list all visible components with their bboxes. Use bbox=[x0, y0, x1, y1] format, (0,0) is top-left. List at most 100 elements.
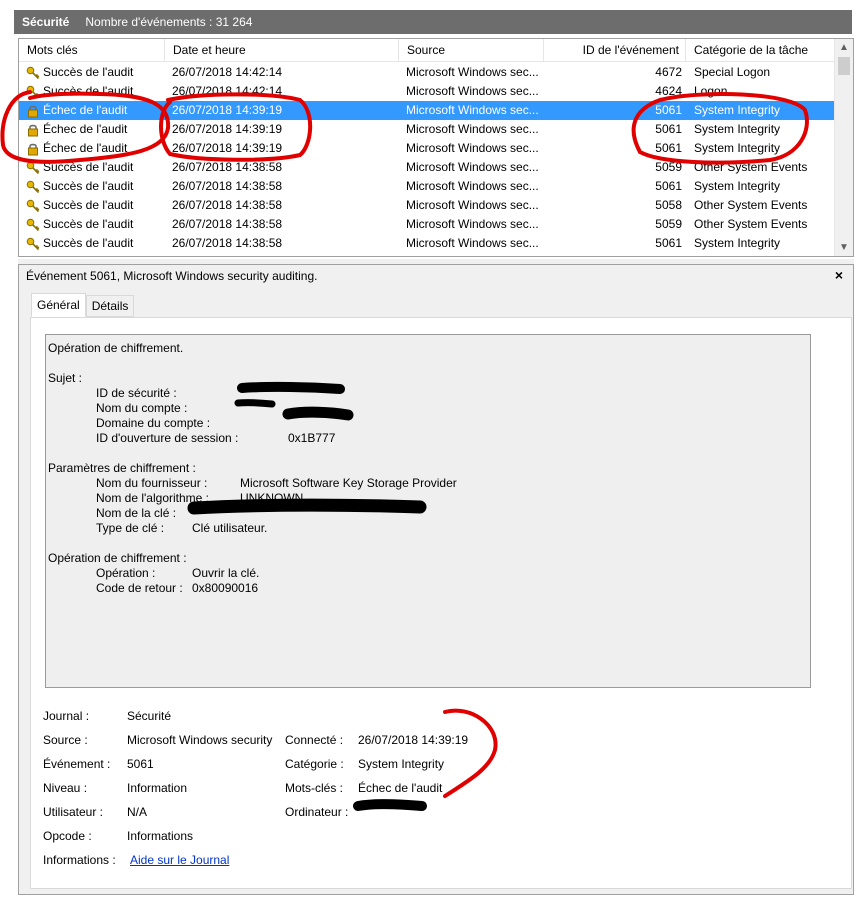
key-icon bbox=[25, 160, 41, 176]
logon-id-label: ID d'ouverture de session : bbox=[96, 431, 239, 445]
connected-value: 26/07/2018 14:39:19 bbox=[358, 733, 469, 747]
row-source: Microsoft Windows sec... bbox=[406, 217, 539, 231]
scroll-down-icon[interactable]: ▼ bbox=[835, 239, 853, 256]
source-label: Source : bbox=[43, 733, 88, 747]
row-category: System Integrity bbox=[694, 103, 781, 117]
list-scrollbar[interactable]: ▲ ▼ bbox=[834, 39, 853, 256]
user-value: N/A bbox=[127, 805, 148, 819]
scroll-up-icon[interactable]: ▲ bbox=[835, 39, 853, 56]
key-icon bbox=[25, 217, 41, 233]
event-count: Nombre d'événements : 31 264 bbox=[85, 15, 253, 29]
journal-value: Sécurité bbox=[127, 709, 172, 723]
column-event-id[interactable]: ID de l'événement bbox=[544, 39, 686, 62]
scroll-thumb[interactable] bbox=[838, 57, 850, 75]
provider-label: Nom du fournisseur : bbox=[96, 476, 208, 490]
tab-details[interactable]: Détails bbox=[85, 295, 135, 317]
log-header: Sécurité Nombre d'événements : 31 264 bbox=[14, 10, 852, 34]
account-name-label: Nom du compte : bbox=[96, 401, 188, 415]
row-datetime: 26/07/2018 14:39:19 bbox=[172, 103, 283, 117]
row-datetime: 26/07/2018 14:39:19 bbox=[172, 141, 283, 155]
provider-value: Microsoft Software Key Storage Provider bbox=[240, 476, 457, 490]
row-keyword-text: Échec de l'audit bbox=[43, 122, 128, 136]
opcode-value: Informations bbox=[127, 829, 194, 843]
column-keywords[interactable]: Mots clés bbox=[19, 39, 165, 62]
row-source: Microsoft Windows sec... bbox=[406, 84, 539, 98]
event-row[interactable]: Succès de l'audit 26/07/2018 14:38:58 Micr… bbox=[19, 196, 834, 215]
detail-tabs: Général Détails bbox=[31, 293, 135, 317]
event-list[interactable]: Mots clés Date et heure Source ID de l'é… bbox=[18, 38, 854, 257]
event-row[interactable]: Échec de l'audit 26/07/2018 14:39:19 Micro… bbox=[19, 139, 834, 158]
row-keyword-text: Succès de l'audit bbox=[43, 160, 134, 174]
row-event-id: 5061 bbox=[655, 141, 682, 155]
row-keyword: Échec de l'audit bbox=[25, 120, 165, 139]
connected-label: Connecté : bbox=[285, 733, 344, 747]
subject-heading: Sujet : bbox=[48, 371, 83, 385]
row-source: Microsoft Windows sec... bbox=[406, 65, 539, 79]
row-event-id: 4672 bbox=[655, 65, 682, 79]
row-keyword: Succès de l'audit bbox=[25, 63, 165, 82]
row-keyword-text: Succès de l'audit bbox=[43, 65, 134, 79]
event-message[interactable]: Opération de chiffrement. Sujet : ID de … bbox=[45, 334, 811, 688]
row-category: Other System Events bbox=[694, 160, 808, 174]
crypto-op-heading: Opération de chiffrement : bbox=[48, 551, 187, 565]
category-value: System Integrity bbox=[358, 757, 445, 771]
row-category: System Integrity bbox=[694, 122, 781, 136]
row-source: Microsoft Windows sec... bbox=[406, 141, 539, 155]
detail-title: Événement 5061, Microsoft Windows securi… bbox=[26, 269, 318, 283]
return-code-label: Code de retour : bbox=[96, 581, 183, 595]
row-event-id: 5059 bbox=[655, 160, 682, 174]
row-keyword: Succès de l'audit bbox=[25, 234, 165, 253]
row-category: Other System Events bbox=[694, 217, 808, 231]
general-tab-pane: Opération de chiffrement. Sujet : ID de … bbox=[30, 317, 852, 889]
op-title: Opération de chiffrement. bbox=[48, 341, 184, 355]
info-label: Informations : bbox=[43, 853, 116, 867]
row-source: Microsoft Windows sec... bbox=[406, 179, 539, 193]
keywords-label: Mots-clés : bbox=[285, 781, 344, 795]
row-source: Microsoft Windows sec... bbox=[406, 236, 539, 250]
tab-general[interactable]: Général bbox=[31, 293, 86, 317]
row-category: Logon bbox=[694, 84, 728, 98]
operation-label: Opération : bbox=[96, 566, 156, 580]
event-row[interactable]: Succès de l'audit 26/07/2018 14:38:58 Micr… bbox=[19, 158, 834, 177]
event-row[interactable]: Succès de l'audit 26/07/2018 14:38:58 Micr… bbox=[19, 215, 834, 234]
key-name-label: Nom de la clé : bbox=[96, 506, 177, 520]
event-detail-panel: Événement 5061, Microsoft Windows securi… bbox=[18, 264, 854, 895]
row-datetime: 26/07/2018 14:38:58 bbox=[172, 236, 283, 250]
event-row[interactable]: Échec de l'audit 26/07/2018 14:39:19 Micro… bbox=[19, 101, 834, 120]
column-source[interactable]: Source bbox=[399, 39, 544, 62]
category-label: Catégorie : bbox=[285, 757, 344, 771]
logon-id-value: 0x1B777 bbox=[288, 431, 336, 445]
help-link[interactable]: Aide sur le Journal bbox=[130, 853, 229, 867]
row-keyword: Succès de l'audit bbox=[25, 82, 165, 101]
computer-label: Ordinateur : bbox=[285, 805, 349, 819]
row-datetime: 26/07/2018 14:39:19 bbox=[172, 122, 283, 136]
row-keyword-text: Succès de l'audit bbox=[43, 179, 134, 193]
crypto-params-heading: Paramètres de chiffrement : bbox=[48, 461, 196, 475]
event-row[interactable]: Succès de l'audit 26/07/2018 14:42:14 Micr… bbox=[19, 63, 834, 82]
event-row[interactable]: Succès de l'audit 26/07/2018 14:38:58 Micr… bbox=[19, 234, 834, 253]
event-row[interactable]: Échec de l'audit 26/07/2018 14:39:19 Micro… bbox=[19, 120, 834, 139]
row-event-id: 5061 bbox=[655, 179, 682, 193]
lock-icon bbox=[25, 122, 41, 138]
column-datetime[interactable]: Date et heure bbox=[165, 39, 399, 62]
event-row[interactable]: Succès de l'audit 26/07/2018 14:42:14 Micr… bbox=[19, 82, 834, 101]
event-value: 5061 bbox=[127, 757, 154, 771]
row-datetime: 26/07/2018 14:38:58 bbox=[172, 160, 283, 174]
algorithm-label: Nom de l'algorithme : bbox=[96, 491, 210, 505]
operation-value: Ouvrir la clé. bbox=[192, 566, 260, 580]
user-label: Utilisateur : bbox=[43, 805, 104, 819]
row-keyword-text: Échec de l'audit bbox=[43, 103, 128, 117]
close-icon[interactable]: × bbox=[835, 267, 843, 283]
keywords-value: Échec de l'audit bbox=[358, 781, 443, 795]
column-category[interactable]: Catégorie de la tâche bbox=[686, 39, 834, 62]
row-keyword: Échec de l'audit bbox=[25, 139, 165, 158]
account-domain-label: Domaine du compte : bbox=[96, 416, 211, 430]
log-title: Sécurité bbox=[22, 15, 70, 29]
level-label: Niveau : bbox=[43, 781, 88, 795]
row-datetime: 26/07/2018 14:42:14 bbox=[172, 65, 283, 79]
key-type-value: Clé utilisateur. bbox=[192, 521, 268, 535]
row-keyword: Échec de l'audit bbox=[25, 101, 165, 120]
lock-icon bbox=[25, 103, 41, 119]
source-value: Microsoft Windows security bbox=[127, 733, 273, 747]
event-row[interactable]: Succès de l'audit 26/07/2018 14:38:58 Micr… bbox=[19, 177, 834, 196]
